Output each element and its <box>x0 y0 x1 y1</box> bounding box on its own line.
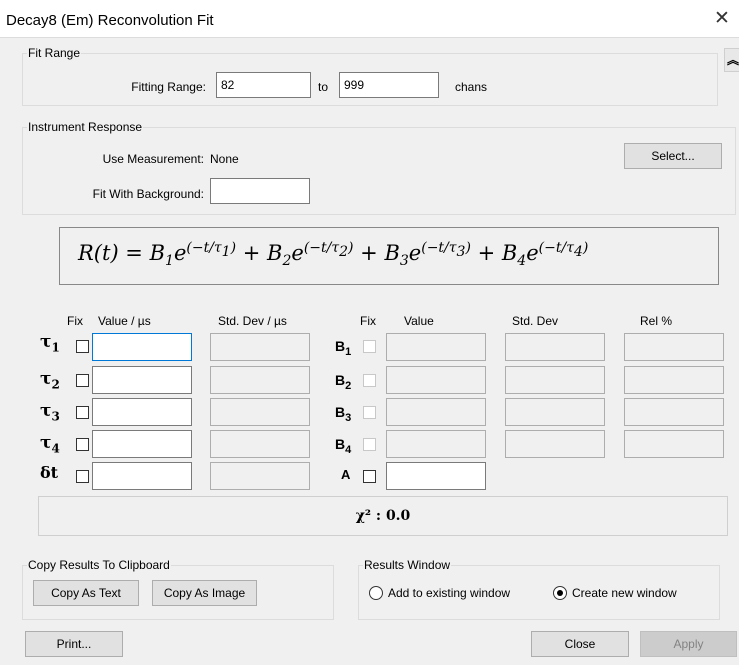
fix-b-1-checkbox[interactable] <box>363 340 376 353</box>
equation-lhs: R(t) = <box>78 241 150 265</box>
window-title: Decay8 (Em) Reconvolution Fit <box>6 12 214 29</box>
tau-2-stddev-field <box>210 366 310 394</box>
b-3-symbol: B3 <box>335 404 352 424</box>
to-label: to <box>318 80 329 94</box>
shift-stddev-field <box>210 462 310 490</box>
close-button[interactable]: Close <box>531 631 629 657</box>
tau-3-symbol: τ3 <box>40 401 60 424</box>
fitting-range-to-input[interactable] <box>339 72 439 98</box>
tau-1-value-input[interactable] <box>92 333 192 361</box>
std-dev-us-header: Std. Dev / µs <box>218 314 287 328</box>
fix-b-2-checkbox[interactable] <box>363 374 376 387</box>
create-new-window-label[interactable]: Create new window <box>572 586 677 600</box>
b-2-value-field <box>386 366 486 394</box>
b-1-rel-field <box>624 333 724 361</box>
copy-clipboard-legend: Copy Results To Clipboard <box>28 558 170 572</box>
shift-value-input[interactable] <box>92 462 192 490</box>
chi-square-display: χ² : 0.0 <box>38 496 728 536</box>
radio-selected-dot <box>557 590 563 596</box>
chans-unit-label: chans <box>455 80 488 94</box>
tau-4-stddev-field <box>210 430 310 458</box>
b-4-value-field <box>386 430 486 458</box>
decay-equation: R(t) = B1e(−t/τ1) + B2e(−t/τ2) + B3e(−t/… <box>78 240 589 270</box>
apply-button[interactable]: Apply <box>640 631 737 657</box>
tau-3-stddev-field <box>210 398 310 426</box>
create-new-window-radio[interactable] <box>553 586 567 600</box>
b-4-stddev-field <box>505 430 605 458</box>
title-bar: Decay8 (Em) Reconvolution Fit ✕ <box>0 0 739 38</box>
tau-1-stddev-field <box>210 333 310 361</box>
b-3-value-field <box>386 398 486 426</box>
fix-tau-4-checkbox[interactable] <box>76 438 89 451</box>
a-symbol: A <box>341 467 351 482</box>
fit-with-background-label: Fit With Background: <box>92 187 204 201</box>
fix-b-4-checkbox[interactable] <box>363 438 376 451</box>
fix-tau-3-checkbox[interactable] <box>76 406 89 419</box>
tau-2-symbol: τ2 <box>40 369 60 392</box>
close-icon[interactable]: ✕ <box>711 8 733 30</box>
use-measurement-label: Use Measurement: <box>102 152 204 166</box>
fix-header-tau: Fix <box>67 314 83 328</box>
add-to-existing-radio[interactable] <box>369 586 383 600</box>
b-4-symbol: B4 <box>335 436 352 456</box>
copy-as-image-button[interactable]: Copy As Image <box>152 580 257 606</box>
b-2-symbol: B2 <box>335 372 352 392</box>
select-button[interactable]: Select... <box>624 143 722 169</box>
fit-with-background-input[interactable] <box>210 178 310 204</box>
copy-as-text-button[interactable]: Copy As Text <box>33 580 139 606</box>
collapse-up-icon[interactable]: ︽ <box>724 48 739 72</box>
fitting-range-from-input[interactable] <box>216 72 311 98</box>
value-us-header: Value / µs <box>98 314 151 328</box>
b-1-symbol: B1 <box>335 338 352 358</box>
tau-2-value-input[interactable] <box>92 366 192 394</box>
value-header: Value <box>404 314 434 328</box>
b-4-rel-field <box>624 430 724 458</box>
rel-percent-header: Rel % <box>640 314 673 328</box>
b-2-rel-field <box>624 366 724 394</box>
b-2-stddev-field <box>505 366 605 394</box>
tau-3-value-input[interactable] <box>92 398 192 426</box>
fitting-range-label: Fitting Range: <box>131 80 206 94</box>
fix-tau-2-checkbox[interactable] <box>76 374 89 387</box>
b-1-value-field <box>386 333 486 361</box>
fix-header-b: Fix <box>360 314 376 328</box>
b-3-stddev-field <box>505 398 605 426</box>
std-dev-header: Std. Dev <box>512 314 559 328</box>
fit-range-legend: Fit Range <box>28 46 81 60</box>
a-value-input[interactable] <box>386 462 486 490</box>
b-3-rel-field <box>624 398 724 426</box>
fix-b-3-checkbox[interactable] <box>363 406 376 419</box>
fix-shift-checkbox[interactable] <box>76 470 89 483</box>
fix-a-checkbox[interactable] <box>363 470 376 483</box>
fix-tau-1-checkbox[interactable] <box>76 340 89 353</box>
tau-4-value-input[interactable] <box>92 430 192 458</box>
add-to-existing-label[interactable]: Add to existing window <box>388 586 510 600</box>
instrument-response-legend: Instrument Response <box>28 120 143 134</box>
b-1-stddev-field <box>505 333 605 361</box>
shift-symbol: δt <box>40 463 59 482</box>
use-measurement-value: None <box>210 152 239 166</box>
results-window-legend: Results Window <box>364 558 451 572</box>
tau-4-symbol: τ4 <box>40 433 60 456</box>
print-button[interactable]: Print... <box>25 631 123 657</box>
tau-1-symbol: τ1 <box>40 332 60 355</box>
decay-equation-box: R(t) = B1e(−t/τ1) + B2e(−t/τ2) + B3e(−t/… <box>59 227 719 285</box>
